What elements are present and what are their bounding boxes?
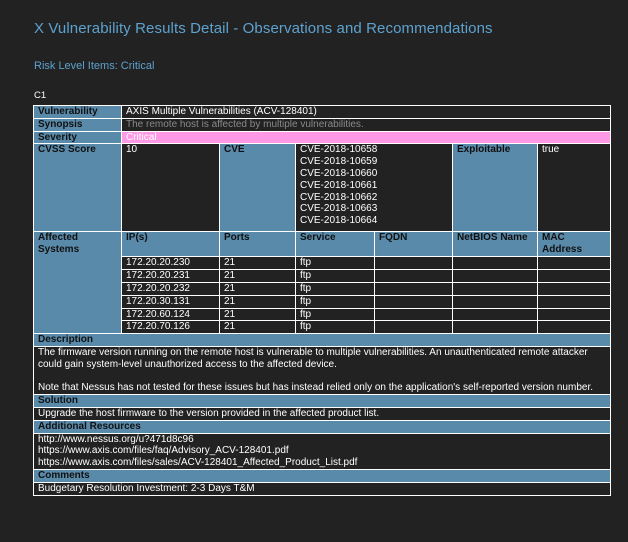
fqdn-cell	[374, 320, 453, 335]
netbios-cell	[452, 307, 538, 322]
cvss-label: CVSS Score	[33, 143, 122, 233]
synopsis-label: Synopsis	[33, 117, 122, 132]
description-text: The firmware version running on the remo…	[32, 345, 612, 396]
port-cell: 21	[219, 256, 296, 271]
ip-cell: 172.20.20.230	[121, 256, 220, 271]
mac-cell	[536, 320, 612, 335]
description-body-row: The firmware version running on the remo…	[32, 345, 612, 396]
severity-label: Severity	[33, 130, 122, 145]
synopsis-value: The remote host is affected by multiple …	[120, 117, 612, 132]
mac-cell	[536, 294, 612, 309]
cve-item: CVE-2018-10662	[300, 191, 378, 203]
col-fqdn: FQDN	[374, 231, 453, 258]
ip-cell: 172.20.70.126	[121, 320, 220, 335]
col-netbios: NetBIOS Name	[452, 231, 538, 258]
exploitable-label: Exploitable	[452, 143, 538, 233]
cvss-value: 10	[121, 143, 220, 233]
comments-body-row: Budgetary Resolution Investment: 2-3 Day…	[32, 481, 612, 496]
service-cell: ftp	[295, 269, 375, 283]
mac-cell	[536, 269, 612, 283]
port-cell: 21	[219, 269, 296, 283]
cve-item: CVE-2018-10659	[300, 156, 378, 168]
fqdn-cell	[374, 281, 453, 296]
resources-label: Additional Resources	[32, 419, 612, 434]
ip-cell: 172.20.30.131	[121, 294, 220, 309]
cve-item: CVE-2018-10661	[300, 179, 378, 191]
netbios-cell	[452, 269, 538, 283]
fqdn-cell	[374, 294, 453, 309]
cve-list: CVE-2018-10658 CVE-2018-10659 CVE-2018-1…	[295, 143, 453, 233]
ip-cell: 172.20.60.124	[121, 307, 220, 322]
col-mac: MAC Address	[536, 231, 612, 258]
comments-header-row: Comments	[32, 468, 612, 483]
vulnerability-row: Vulnerability AXIS Multiple Vulnerabilit…	[33, 105, 612, 119]
mac-cell	[536, 256, 612, 271]
netbios-cell	[452, 281, 538, 296]
affected-systems-header: Affected Systems IP(s) Ports Service FQD…	[33, 231, 612, 335]
solution-label: Solution	[32, 394, 612, 408]
description-label: Description	[32, 333, 612, 347]
mac-cell	[536, 281, 612, 296]
netbios-cell	[452, 256, 538, 271]
col-ip: IP(s)	[121, 231, 220, 258]
fqdn-cell	[374, 307, 453, 322]
mac-cell	[536, 307, 612, 322]
service-cell: ftp	[295, 294, 375, 309]
service-cell: ftp	[295, 307, 375, 322]
ip-cell: 172.20.20.231	[121, 269, 220, 283]
resource-link[interactable]: http://www.nessus.org/u?471d8c96	[38, 434, 606, 445]
solution-body-row: Upgrade the host firmware to the version…	[32, 406, 612, 421]
severity-value: Critical	[120, 130, 612, 145]
fqdn-cell	[374, 256, 453, 271]
port-cell: 21	[219, 294, 296, 309]
ip-cell: 172.20.20.232	[121, 281, 220, 296]
resource-link[interactable]: https://www.axis.com/files/sales/ACV-128…	[38, 457, 606, 468]
port-cell: 21	[219, 307, 296, 322]
comments-label: Comments	[32, 468, 612, 483]
comments-text: Budgetary Resolution Investment: 2-3 Day…	[32, 481, 612, 496]
col-service: Service	[295, 231, 375, 258]
affected-systems-label: Affected Systems	[33, 231, 122, 335]
col-ports: Ports	[219, 231, 296, 258]
cve-item: CVE-2018-10663	[300, 203, 378, 215]
exploitable-value: true	[536, 143, 612, 233]
description-para-1: The firmware version running on the remo…	[38, 346, 588, 370]
netbios-cell	[452, 294, 538, 309]
service-cell: ftp	[295, 281, 375, 296]
solution-text: Upgrade the host firmware to the version…	[32, 406, 612, 421]
description-para-2: Note that Nessus has not tested for thes…	[38, 382, 594, 394]
solution-header-row: Solution	[32, 394, 612, 408]
port-cell: 21	[219, 281, 296, 296]
resources-links: http://www.nessus.org/u?471d8c96 https:/…	[32, 432, 612, 470]
severity-row: Severity Critical	[33, 130, 612, 145]
resources-header-row: Additional Resources	[32, 419, 612, 434]
service-cell: ftp	[295, 320, 375, 335]
page-title: X Vulnerability Results Detail - Observa…	[34, 20, 493, 37]
cve-item: CVE-2018-10664	[300, 215, 378, 227]
netbios-cell	[452, 320, 538, 335]
port-cell: 21	[219, 320, 296, 335]
cve-label: CVE	[219, 143, 296, 233]
fqdn-cell	[374, 269, 453, 283]
cve-item: CVE-2018-10660	[300, 167, 378, 179]
page-subtitle: Risk Level Items: Critical	[34, 60, 155, 72]
item-id: C1	[34, 90, 47, 101]
service-cell: ftp	[295, 256, 375, 271]
description-header-row: Description	[32, 333, 612, 347]
vulnerability-table: Vulnerability AXIS Multiple Vulnerabilit…	[32, 105, 612, 496]
synopsis-row: Synopsis The remote host is affected by …	[33, 117, 612, 132]
cve-item: CVE-2018-10658	[300, 144, 378, 156]
resources-body-row: http://www.nessus.org/u?471d8c96 https:/…	[32, 432, 612, 470]
vulnerability-value: AXIS Multiple Vulnerabilities (ACV-12840…	[120, 105, 612, 119]
cvss-row: CVSS Score 10 CVE CVE-2018-10658 CVE-201…	[33, 143, 612, 233]
resource-link[interactable]: https://www.axis.com/files/faq/Advisory_…	[38, 445, 606, 457]
vulnerability-label: Vulnerability	[33, 105, 122, 119]
